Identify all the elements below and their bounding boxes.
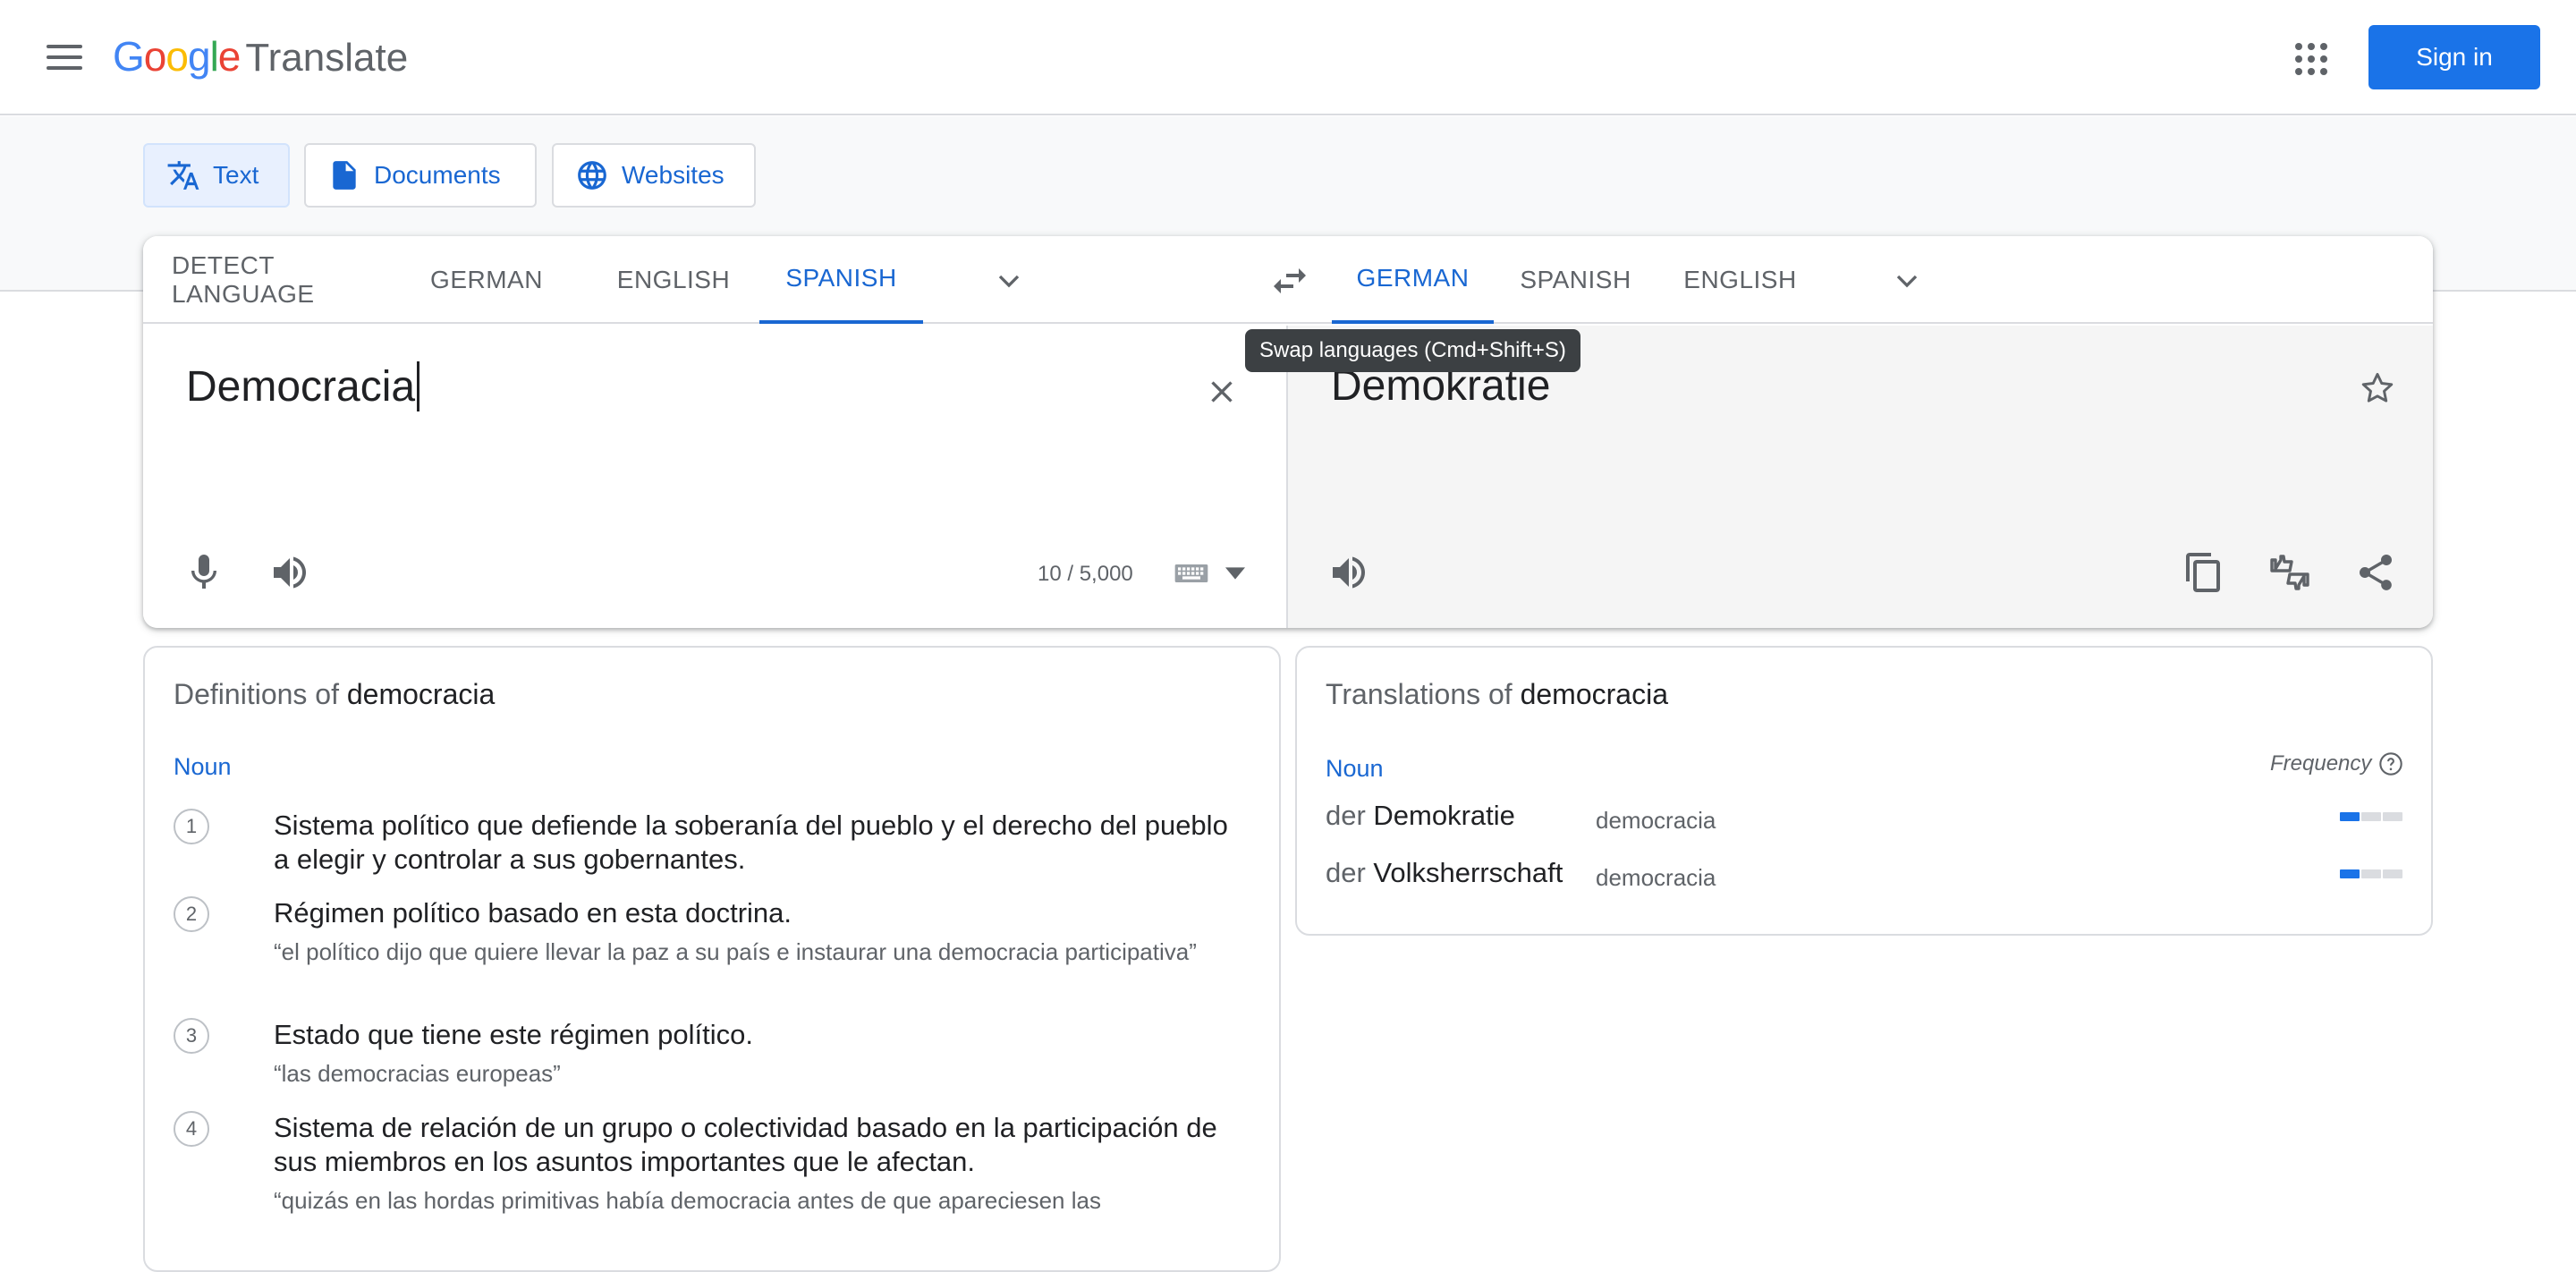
definitions-title-prefix: Definitions of bbox=[174, 678, 339, 710]
logo-letter: o bbox=[165, 33, 189, 80]
part-of-speech: Noun bbox=[1326, 755, 1384, 782]
definition-number: 2 bbox=[174, 896, 209, 932]
source-lang-detect[interactable]: DETECT LANGUAGE bbox=[172, 236, 401, 324]
translations-title: Translations of democracia bbox=[1326, 678, 1668, 711]
translation-row[interactable]: der Demokratie democracia bbox=[1326, 800, 2402, 853]
logo-letter: l bbox=[209, 33, 219, 80]
help-icon[interactable] bbox=[2378, 751, 2403, 776]
frequency-label: Frequency bbox=[2270, 751, 2403, 776]
logo-letter: e bbox=[217, 33, 242, 80]
definition-text: Sistema político que defiende la soberan… bbox=[274, 810, 1228, 875]
speaker-icon[interactable] bbox=[1327, 551, 1370, 594]
text-mode-label: Text bbox=[213, 161, 259, 189]
copy-icon[interactable] bbox=[2182, 551, 2225, 594]
language-bar: DETECT LANGUAGE GERMAN ENGLISH SPANISH G… bbox=[143, 236, 2433, 324]
part-of-speech: Noun bbox=[174, 753, 232, 780]
websites-mode-label: Websites bbox=[622, 161, 724, 189]
globe-icon bbox=[578, 161, 606, 190]
star-icon[interactable] bbox=[2358, 369, 2397, 408]
target-lang-german[interactable]: GERMAN bbox=[1332, 236, 1494, 324]
definitions-panel: Definitions of democracia Noun 1 Sistema… bbox=[143, 646, 1281, 1272]
rate-translation-icon[interactable] bbox=[2268, 551, 2311, 594]
translations-panel: Translations of democracia Noun Frequenc… bbox=[1295, 646, 2433, 936]
frequency-bar bbox=[2340, 869, 2402, 878]
translations-title-prefix: Translations of bbox=[1326, 678, 1513, 710]
frequency-text: Frequency bbox=[2270, 751, 2372, 776]
translation-word: Volksherrschaft bbox=[1373, 857, 1563, 888]
hamburger-line bbox=[47, 55, 82, 59]
source-lang-english[interactable]: ENGLISH bbox=[617, 236, 730, 324]
article: der bbox=[1326, 800, 1374, 831]
main-menu-button[interactable] bbox=[39, 36, 89, 79]
target-lang-spanish[interactable]: SPANISH bbox=[1512, 236, 1640, 324]
swap-languages-tooltip: Swap languages (Cmd+Shift+S) bbox=[1245, 329, 1580, 372]
translation-row[interactable]: der Volksherrschaft democracia bbox=[1326, 857, 2402, 911]
definition-text: Régimen político basado en esta doctrina… bbox=[274, 897, 792, 929]
product-name: Translate bbox=[245, 36, 409, 80]
source-pane: Democracia 10 / 5,000 bbox=[143, 326, 1288, 628]
hamburger-line bbox=[47, 66, 82, 70]
definitions-title: Definitions of democracia bbox=[174, 678, 495, 711]
text-mode-button[interactable]: Text bbox=[143, 143, 290, 208]
back-translation[interactable]: democracia bbox=[1596, 807, 1716, 835]
definition-example: “quizás en las hordas primitivas había d… bbox=[274, 1187, 1101, 1214]
hamburger-icon bbox=[47, 45, 82, 48]
definition-example: “el político dijo que quiere llevar la p… bbox=[274, 938, 1197, 965]
source-lang-german[interactable]: GERMAN bbox=[429, 236, 544, 324]
documents-mode-button[interactable]: Documents bbox=[304, 143, 537, 208]
back-translation[interactable]: democracia bbox=[1596, 864, 1716, 892]
logo-letter: G bbox=[113, 33, 145, 80]
source-lang-spanish[interactable]: SPANISH bbox=[759, 236, 923, 324]
translations-word: democracia bbox=[1520, 678, 1668, 710]
clear-icon[interactable] bbox=[1204, 374, 1240, 410]
translation-card: DETECT LANGUAGE GERMAN ENGLISH SPANISH G… bbox=[143, 236, 2433, 628]
target-lang-english[interactable]: ENGLISH bbox=[1675, 236, 1805, 324]
text-caret bbox=[417, 361, 420, 411]
article: der bbox=[1326, 857, 1374, 888]
swap-languages-icon[interactable] bbox=[1268, 259, 1311, 302]
speaker-icon[interactable] bbox=[268, 551, 311, 594]
definition-text: Sistema de relación de un grupo o colect… bbox=[274, 1112, 1217, 1177]
frequency-bar bbox=[2340, 812, 2402, 821]
translate-icon bbox=[167, 161, 199, 190]
source-text: Democracia bbox=[186, 362, 416, 411]
chevron-down-icon[interactable] bbox=[1889, 263, 1925, 299]
keyboard-icon[interactable] bbox=[1174, 560, 1209, 587]
google-wordmark: Google bbox=[113, 32, 242, 81]
definition-example: “las democracias europeas” bbox=[274, 1060, 561, 1087]
keyboard-menu-caret-icon[interactable] bbox=[1225, 567, 1245, 580]
sign-in-button[interactable]: Sign in bbox=[2368, 25, 2540, 89]
logo-letter: g bbox=[187, 33, 211, 80]
translation-word: Demokratie bbox=[1373, 800, 1515, 831]
character-count: 10 / 5,000 bbox=[1038, 562, 1133, 586]
definition-number: 1 bbox=[174, 809, 209, 844]
google-translate-logo[interactable]: Google Translate bbox=[113, 32, 408, 82]
chevron-down-icon[interactable] bbox=[991, 263, 1027, 299]
definition-number: 4 bbox=[174, 1111, 209, 1147]
websites-mode-button[interactable]: Websites bbox=[552, 143, 756, 208]
definition-text: Estado que tiene este régimen político. bbox=[274, 1019, 753, 1050]
document-icon bbox=[333, 161, 356, 190]
documents-mode-label: Documents bbox=[374, 161, 501, 189]
logo-letter: o bbox=[143, 33, 167, 80]
definitions-word: democracia bbox=[346, 678, 496, 710]
source-textarea[interactable]: Democracia bbox=[186, 361, 420, 411]
top-app-bar: Google Translate Sign in bbox=[0, 0, 2576, 115]
definition-number: 3 bbox=[174, 1018, 209, 1054]
share-icon[interactable] bbox=[2354, 551, 2397, 594]
microphone-icon[interactable] bbox=[182, 551, 225, 594]
google-apps-icon[interactable] bbox=[2292, 39, 2327, 75]
